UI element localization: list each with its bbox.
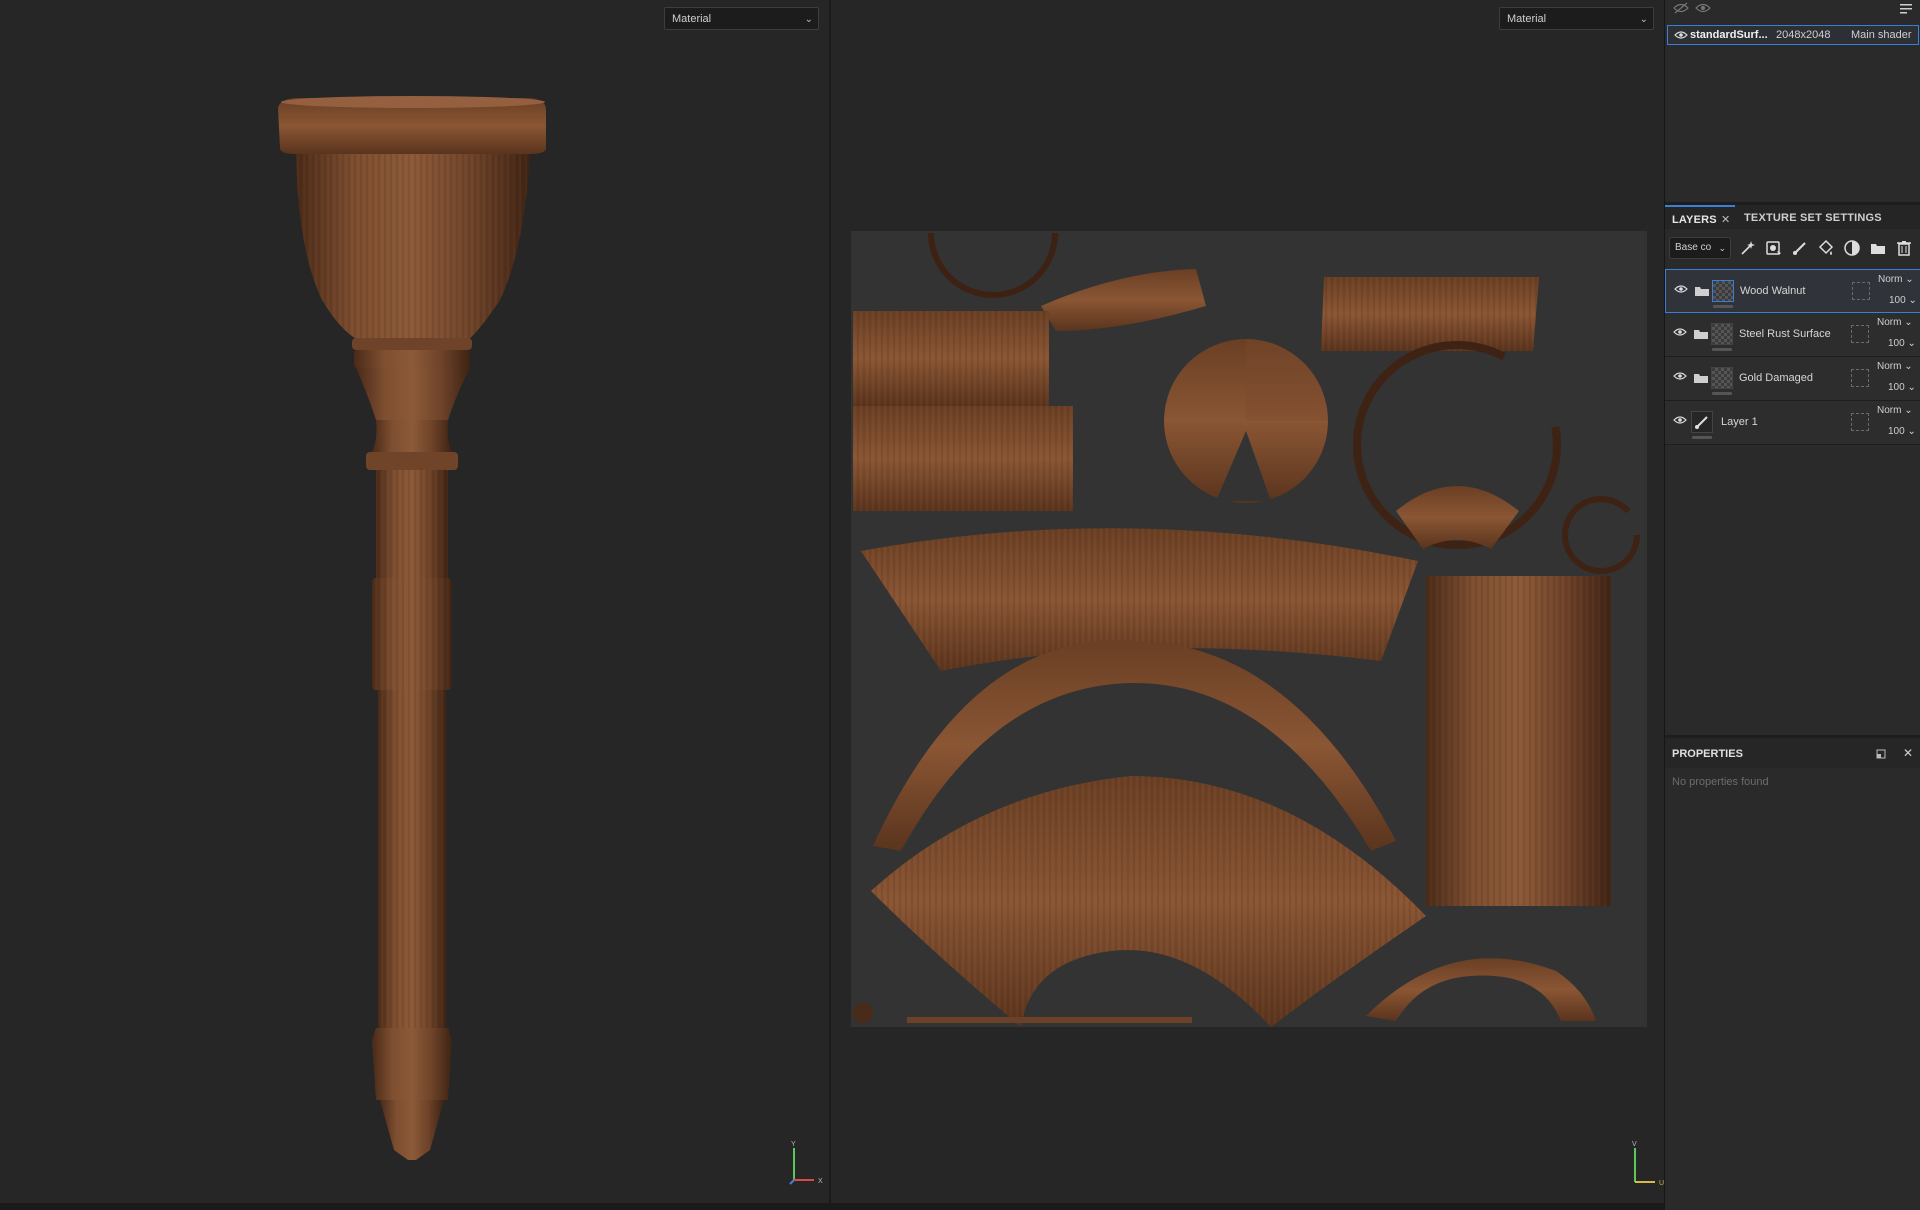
right-panel: standardSurf... 2048x2048 Main shader LA… (1664, 0, 1920, 1210)
chevron-down-icon: ⌄ (1902, 274, 1914, 285)
layer-row-gold-damaged[interactable]: Gold Damaged Norm ⌄ 100 ⌄ (1665, 357, 1920, 401)
chevron-down-icon: ⌄ (1904, 382, 1916, 393)
channel-dropdown-label: Base co (1675, 242, 1712, 253)
mask-slot-icon[interactable] (1852, 282, 1870, 300)
mask-slot-icon[interactable] (1851, 325, 1869, 343)
eye-icon[interactable] (1674, 284, 1688, 294)
eye-icon[interactable] (1673, 415, 1687, 425)
axis-gizmo-3d: Y X (789, 1141, 823, 1185)
add-fill-layer-icon[interactable] (1817, 239, 1835, 257)
blend-mode-label: Norm (1877, 361, 1902, 372)
status-strip (0, 1203, 1664, 1210)
folder-icon (1694, 374, 1708, 383)
properties-title: PROPERTIES (1672, 748, 1743, 760)
axis-y-label: Y (791, 1141, 796, 1148)
channel-dropdown[interactable]: Base co ⌄ (1669, 237, 1731, 259)
blend-mode-label: Norm (1877, 405, 1902, 416)
panel-menu-icon[interactable] (1899, 2, 1913, 16)
add-effect-icon[interactable] (1739, 239, 1757, 257)
chevron-down-icon: ⌄ (1904, 338, 1916, 349)
blend-mode-dropdown[interactable]: Norm ⌄ (1878, 274, 1914, 285)
layer-thumbnail (1712, 280, 1734, 302)
opacity-dropdown[interactable]: 100 ⌄ (1888, 426, 1916, 437)
opacity-dropdown[interactable]: 100 ⌄ (1889, 295, 1917, 306)
eye-icon[interactable] (1674, 30, 1688, 40)
layers-toolbar: Base co ⌄ (1665, 231, 1920, 265)
opacity-value: 100 (1888, 338, 1905, 349)
chevron-down-icon: ⌄ (1905, 295, 1917, 306)
texture-set-resolution: 2048x2048 (1776, 29, 1831, 41)
eye-icon[interactable] (1695, 2, 1711, 14)
tab-layers-label: LAYERS (1672, 214, 1717, 226)
tab-texture-set-settings[interactable]: TEXTURE SET SETTINGS (1744, 205, 1882, 229)
add-paint-layer-icon[interactable] (1791, 239, 1809, 257)
hide-icon[interactable] (1673, 2, 1689, 14)
blend-mode-dropdown[interactable]: Norm ⌄ (1877, 361, 1913, 372)
chevron-down-icon: ⌄ (1901, 361, 1913, 372)
layer-thumbnail (1711, 323, 1733, 345)
blend-mode-label: Norm (1878, 274, 1903, 285)
blend-mode-dropdown[interactable]: Norm ⌄ (1877, 405, 1913, 416)
blend-mode-dropdown[interactable]: Norm ⌄ (1877, 317, 1913, 328)
viewport-3d[interactable]: Material ⌄ Y X (0, 0, 829, 1203)
chevron-down-icon: ⌄ (1639, 14, 1648, 25)
properties-empty-text: No properties found (1672, 776, 1769, 788)
layer-name: Wood Walnut (1740, 285, 1806, 297)
axis-gizmo-2d: V U (1632, 1141, 1664, 1187)
axis-x-label: X (818, 1178, 823, 1185)
blend-mode-label: Norm (1877, 317, 1902, 328)
mask-slot-icon[interactable] (1851, 413, 1869, 431)
layer-row-steel-rust-surface[interactable]: Steel Rust Surface Norm ⌄ 100 ⌄ (1665, 313, 1920, 357)
close-icon[interactable]: ✕ (1903, 746, 1913, 760)
layer-thumbnail-bar (1713, 305, 1733, 308)
tab-layers[interactable]: LAYERS ✕ (1665, 205, 1735, 229)
add-folder-icon[interactable] (1869, 239, 1887, 257)
panel-topbar (1665, 0, 1920, 20)
viewport-2d[interactable]: Material ⌄ V U (831, 0, 1664, 1203)
layer-thumbnail (1711, 367, 1733, 389)
opacity-dropdown[interactable]: 100 ⌄ (1888, 338, 1916, 349)
opacity-value: 100 (1889, 295, 1906, 306)
chevron-down-icon: ⌄ (1901, 317, 1913, 328)
material-dropdown-2d[interactable]: Material ⌄ (1499, 7, 1654, 30)
layer-thumbnail-bar (1712, 348, 1732, 351)
tab-texture-set-settings-label: TEXTURE SET SETTINGS (1744, 212, 1882, 224)
axis-v-label: V (1632, 1141, 1637, 1148)
layer-row-wood-walnut[interactable]: Wood Walnut Norm ⌄ 100 ⌄ (1665, 269, 1920, 313)
paint-layer-thumbnail (1691, 411, 1713, 433)
layer-name: Gold Damaged (1739, 372, 1813, 384)
delete-icon[interactable] (1895, 239, 1913, 257)
chevron-down-icon: ⌄ (1904, 426, 1916, 437)
opacity-value: 100 (1888, 426, 1905, 437)
uv-texture-canvas (851, 231, 1647, 1027)
folder-icon (1694, 330, 1708, 339)
layer-thumbnail-bar (1692, 436, 1712, 439)
add-mask-icon[interactable] (1765, 239, 1783, 257)
3d-model-wooden-stake (278, 96, 546, 1160)
folder-icon (1695, 287, 1709, 296)
texture-set-shader: Main shader (1851, 29, 1912, 41)
brush-icon (1695, 416, 1708, 429)
properties-body: No properties found (1665, 768, 1920, 1210)
properties-header: PROPERTIES ✕ (1665, 738, 1920, 768)
close-icon[interactable]: ✕ (1721, 207, 1730, 233)
texture-set-name: standardSurf... (1690, 29, 1768, 41)
eye-icon[interactable] (1673, 327, 1687, 337)
chevron-down-icon: ⌄ (1718, 243, 1726, 253)
mask-slot-icon[interactable] (1851, 369, 1869, 387)
opacity-dropdown[interactable]: 100 ⌄ (1888, 382, 1916, 393)
layer-name: Steel Rust Surface (1739, 328, 1831, 340)
layer-row-layer-1[interactable]: Layer 1 Norm ⌄ 100 ⌄ (1665, 401, 1920, 445)
layer-name: Layer 1 (1721, 416, 1758, 428)
material-dropdown-2d-label: Material (1507, 13, 1547, 25)
layers-tabbar: LAYERS ✕ TEXTURE SET SETTINGS (1665, 205, 1920, 229)
smart-material-icon[interactable] (1843, 239, 1861, 257)
layer-thumbnail-bar (1712, 392, 1732, 395)
texture-set-row[interactable]: standardSurf... 2048x2048 Main shader (1667, 25, 1919, 45)
opacity-value: 100 (1888, 382, 1905, 393)
chevron-down-icon: ⌄ (1901, 405, 1913, 416)
undock-icon[interactable] (1876, 749, 1886, 759)
eye-icon[interactable] (1673, 371, 1687, 381)
texture-set-list-area (1665, 46, 1920, 202)
